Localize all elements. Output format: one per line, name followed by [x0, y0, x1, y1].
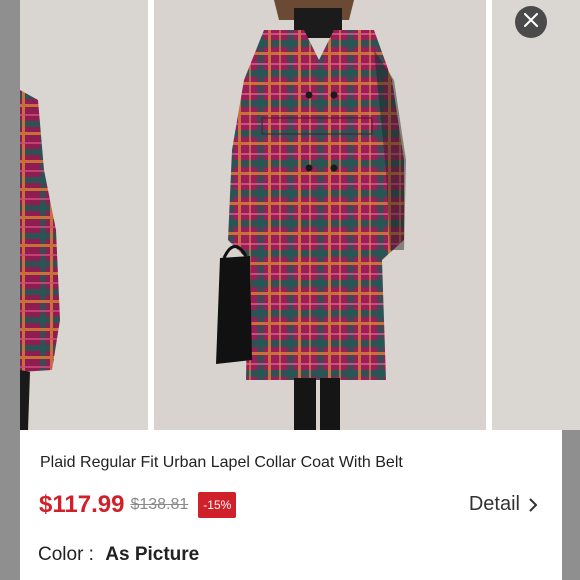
- sale-price: $117.99: [39, 491, 125, 518]
- original-price: $138.81: [130, 496, 189, 513]
- color-label: Color :: [38, 544, 94, 565]
- product-image-gallery[interactable]: [0, 0, 580, 430]
- backdrop-overlay-right: [562, 430, 580, 580]
- gallery-image-previous[interactable]: [0, 0, 148, 430]
- close-button[interactable]: [515, 6, 547, 38]
- gallery-image-main[interactable]: [154, 0, 486, 430]
- color-value: As Picture: [105, 544, 200, 565]
- gallery-image-next[interactable]: [492, 0, 580, 430]
- price-row: $117.99 $138.81 -15%: [39, 488, 539, 522]
- product-info-card: Plaid Regular Fit Urban Lapel Collar Coa…: [20, 430, 562, 580]
- color-row: Color : As Picture: [38, 544, 199, 566]
- close-icon: [524, 12, 538, 32]
- discount-badge: -15%: [198, 492, 237, 518]
- chevron-right-icon: [529, 498, 538, 512]
- detail-label: Detail: [468, 493, 520, 515]
- backdrop-overlay-left: [0, 0, 20, 580]
- detail-link[interactable]: Detail: [469, 493, 538, 516]
- product-title: Plaid Regular Fit Urban Lapel Collar Coa…: [40, 454, 403, 471]
